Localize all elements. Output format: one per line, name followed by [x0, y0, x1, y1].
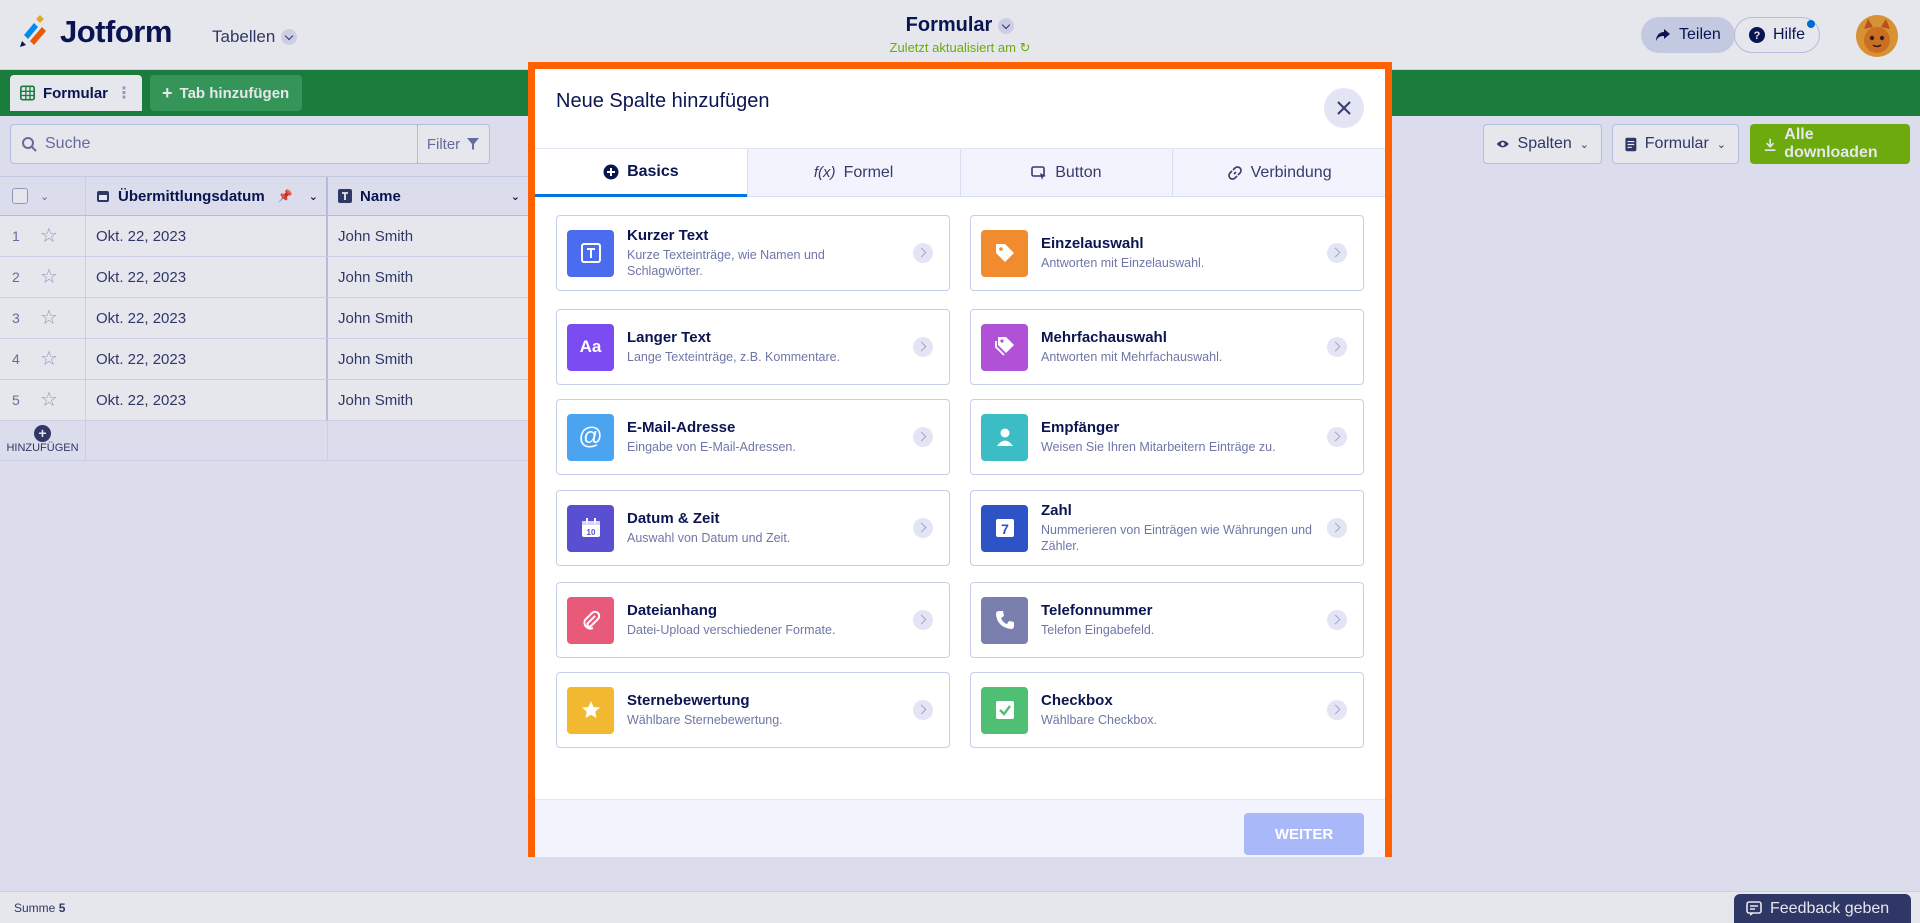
chevron-right-icon	[1327, 700, 1347, 720]
tab-label: Basics	[627, 162, 679, 180]
field-desc: Eingabe von E-Mail-Adressen.	[627, 439, 796, 454]
chevron-right-icon	[1327, 427, 1347, 447]
field-title: Zahl	[1041, 501, 1072, 519]
field-card-short-text[interactable]: Kurzer Text Kurze Texteinträge, wie Namen…	[556, 215, 950, 291]
chevron-right-icon	[1327, 337, 1347, 357]
field-desc: Kurze Texteinträge, wie Namen und Schlag…	[627, 247, 825, 278]
field-desc: Weisen Sie Ihren Mitarbeitern Einträge z…	[1041, 439, 1276, 454]
field-card-email[interactable]: @ E-Mail-Adresse Eingabe von E-Mail-Adres…	[556, 399, 950, 475]
field-desc: Wählbare Sternebewertung.	[627, 712, 783, 727]
field-card-date-time[interactable]: 10 Datum & Zeit Auswahl von Datum und Zei…	[556, 490, 950, 566]
paperclip-icon	[567, 596, 614, 644]
number-icon: 7	[981, 504, 1028, 552]
field-card-checkbox[interactable]: Checkbox Wählbare Checkbox.	[970, 672, 1364, 748]
formula-icon: f(x)	[813, 164, 836, 181]
add-column-dialog: Neue Spalte hinzufügen Basics f(x) Forme…	[528, 62, 1392, 857]
tab-label: Verbindung	[1250, 163, 1332, 181]
field-desc: Telefon Eingabefeld.	[1041, 622, 1155, 637]
close-icon	[1337, 101, 1351, 115]
field-desc: Nummerieren von Einträgen wie Währungen …	[1041, 522, 1312, 553]
plus-circle-icon	[603, 164, 619, 179]
field-card-number[interactable]: 7 Zahl Nummerieren von Einträgen wie Währ…	[970, 490, 1364, 566]
field-card-multiple-choice[interactable]: Mehrfachauswahl Antworten mit Mehrfachaus…	[970, 309, 1364, 385]
chevron-right-icon	[913, 700, 933, 720]
chevron-right-icon	[1327, 610, 1347, 630]
chevron-right-icon	[913, 610, 933, 630]
close-button[interactable]	[1324, 88, 1364, 128]
link-icon	[1227, 165, 1242, 180]
field-title: Kurzer Text	[627, 226, 709, 244]
chevron-right-icon	[913, 518, 933, 538]
phone-icon	[981, 596, 1028, 644]
field-title: E-Mail-Adresse	[627, 418, 736, 436]
dialog-title: Neue Spalte hinzufügen	[556, 90, 770, 112]
chevron-right-icon	[1327, 243, 1347, 263]
star-icon	[567, 686, 614, 734]
button-icon	[1031, 165, 1047, 180]
field-desc: Auswahl von Datum und Zeit.	[627, 530, 791, 545]
chevron-right-icon	[913, 337, 933, 357]
next-button[interactable]: WEITER	[1244, 813, 1364, 855]
field-title: Sternebewertung	[627, 691, 750, 709]
field-title: Datum & Zeit	[627, 509, 720, 527]
field-title: Langer Text	[627, 328, 711, 346]
tab-basics[interactable]: Basics	[535, 149, 747, 197]
field-desc: Datei-Upload verschiedener Formate.	[627, 622, 836, 637]
tags-icon	[981, 323, 1028, 371]
field-desc: Antworten mit Einzelauswahl.	[1041, 255, 1205, 270]
field-title: Mehrfachauswahl	[1041, 328, 1167, 346]
chevron-right-icon	[913, 243, 933, 263]
dialog-tabs: Basics f(x) Formel Button Verbindung	[535, 148, 1385, 197]
field-desc: Antworten mit Mehrfachauswahl.	[1041, 349, 1223, 364]
tab-button[interactable]: Button	[959, 149, 1173, 197]
field-desc: Lange Texteinträge, z.B. Kommentare.	[627, 349, 841, 364]
text-type-icon	[567, 229, 614, 277]
at-sign-icon: @	[567, 413, 614, 461]
field-card-star-rating[interactable]: Sternebewertung Wählbare Sternebewertung.	[556, 672, 950, 748]
field-title: Dateianhang	[627, 601, 718, 619]
field-card-file-upload[interactable]: Dateianhang Datei-Upload verschiedener Fo…	[556, 582, 950, 658]
tab-label: Button	[1055, 163, 1102, 181]
chevron-right-icon	[1327, 518, 1347, 538]
checkbox-icon	[981, 686, 1028, 734]
tab-verbindung[interactable]: Verbindung	[1172, 149, 1385, 197]
long-text-icon: Aa	[567, 323, 614, 371]
tab-formel[interactable]: f(x) Formel	[746, 149, 960, 197]
field-card-single-choice[interactable]: Einzelauswahl Antworten mit Einzelauswahl…	[970, 215, 1364, 291]
field-title: Checkbox	[1041, 691, 1113, 709]
dialog-header: Neue Spalte hinzufügen	[535, 69, 1385, 148]
dialog-footer: WEITER	[535, 799, 1385, 857]
svg-text:7: 7	[1001, 521, 1009, 537]
tab-label: Formel	[843, 163, 894, 181]
field-card-phone[interactable]: Telefonnummer Telefon Eingabefeld.	[970, 582, 1364, 658]
field-card-assignee[interactable]: Empfänger Weisen Sie Ihren Mitarbeitern E…	[970, 399, 1364, 475]
user-icon	[981, 413, 1028, 461]
field-card-long-text[interactable]: Aa Langer Text Lange Texteinträge, z.B. K…	[556, 309, 950, 385]
calendar-icon: 10	[567, 504, 614, 552]
field-title: Telefonnummer	[1041, 601, 1153, 619]
chevron-right-icon	[913, 427, 933, 447]
tag-icon	[981, 229, 1028, 277]
field-desc: Wählbare Checkbox.	[1041, 712, 1158, 727]
svg-text:10: 10	[586, 528, 595, 537]
field-title: Einzelauswahl	[1041, 234, 1144, 252]
field-title: Empfänger	[1041, 418, 1120, 436]
